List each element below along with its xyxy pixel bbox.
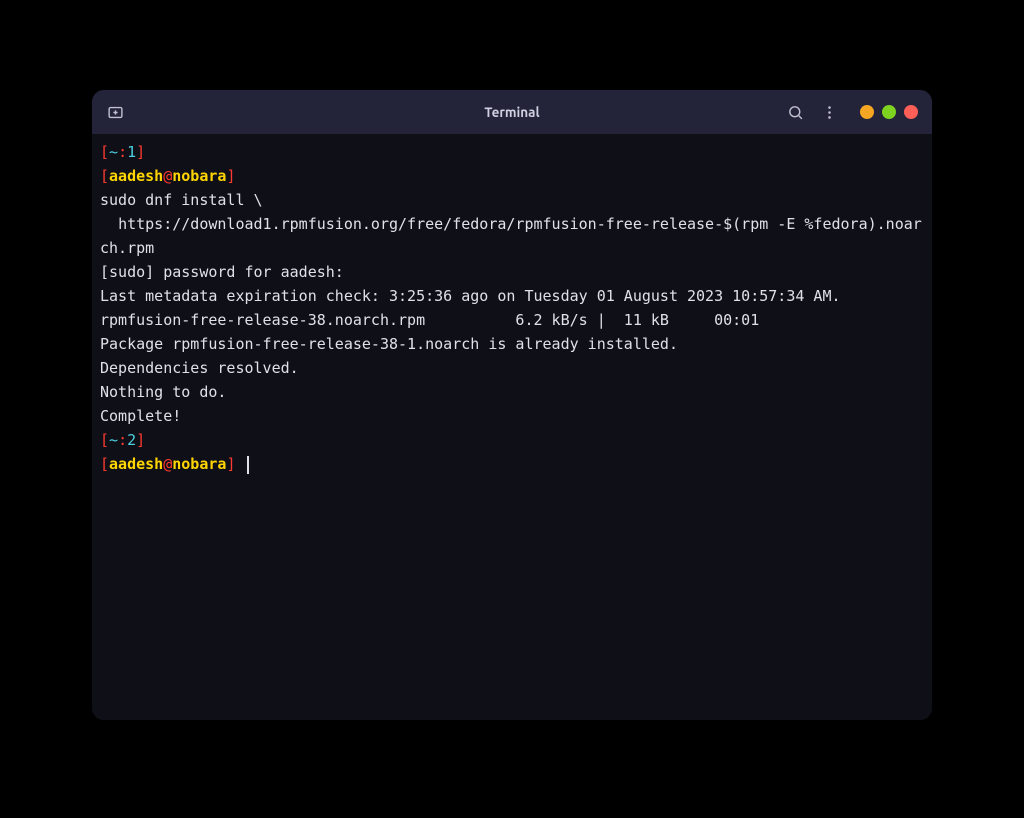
terminal-body[interactable]: [~:1] [aadesh@nobara] sudo dnf install \… [92, 134, 932, 720]
prompt-host: nobara [172, 167, 226, 185]
prompt-user: aadesh [109, 167, 163, 185]
prompt-at: @ [163, 455, 172, 473]
output-line: Dependencies resolved. [100, 359, 299, 377]
window-controls [860, 105, 918, 119]
kebab-menu-icon[interactable] [820, 103, 838, 121]
titlebar-left [106, 103, 206, 121]
prompt-bracket: ] [136, 143, 145, 161]
command-line: sudo dnf install \ [100, 191, 263, 209]
prompt-bracket: [ [100, 455, 109, 473]
prompt-bracket: [ [100, 431, 109, 449]
window-title: Terminal [484, 104, 539, 120]
command-line: https://download1.rpmfusion.org/free/fed… [100, 215, 922, 257]
prompt-host: nobara [172, 455, 226, 473]
prompt-cwd: ~ [109, 431, 118, 449]
prompt-num: 2 [127, 431, 136, 449]
titlebar: Terminal [92, 90, 932, 134]
prompt-bracket: [ [100, 167, 109, 185]
terminal-window: Terminal [~:1] [aadesh@no [92, 90, 932, 720]
output-line: Nothing to do. [100, 383, 226, 401]
prompt-colon: : [118, 431, 127, 449]
output-line: [sudo] password for aadesh: [100, 263, 344, 281]
cursor [247, 456, 249, 474]
prompt-num: 1 [127, 143, 136, 161]
prompt-at: @ [163, 167, 172, 185]
prompt-bracket: ] [136, 431, 145, 449]
output-line: Package rpmfusion-free-release-38-1.noar… [100, 335, 678, 353]
maximize-button[interactable] [882, 105, 896, 119]
prompt-bracket: ] [226, 167, 235, 185]
close-button[interactable] [904, 105, 918, 119]
search-icon[interactable] [786, 103, 804, 121]
new-tab-icon[interactable] [106, 103, 124, 121]
prompt-bracket: ] [226, 455, 235, 473]
output-line: rpmfusion-free-release-38.noarch.rpm 6.2… [100, 311, 759, 329]
prompt-user: aadesh [109, 455, 163, 473]
output-line: Last metadata expiration check: 3:25:36 … [100, 287, 841, 305]
minimize-button[interactable] [860, 105, 874, 119]
prompt-bracket: [ [100, 143, 109, 161]
prompt-colon: : [118, 143, 127, 161]
output-line: Complete! [100, 407, 181, 425]
titlebar-right [786, 103, 918, 121]
prompt-cwd: ~ [109, 143, 118, 161]
